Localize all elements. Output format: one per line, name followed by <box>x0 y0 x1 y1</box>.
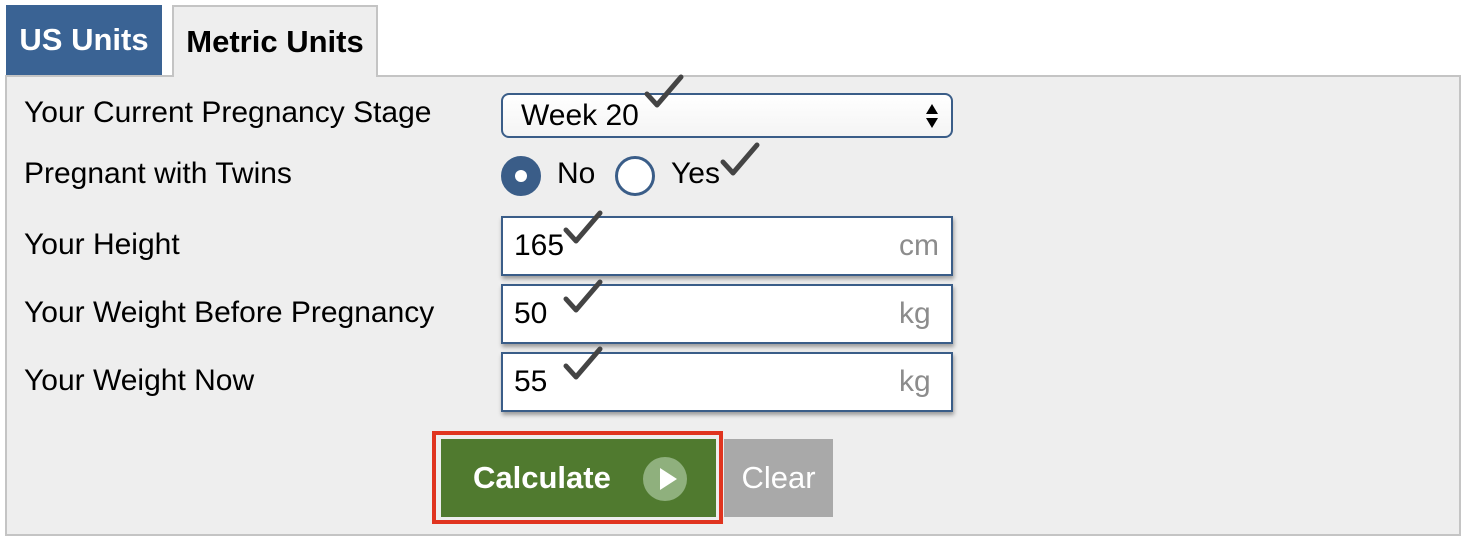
checkmark-icon <box>563 210 603 244</box>
weight-before-unit: kg <box>899 297 931 330</box>
pregnancy-stage-label: Your Current Pregnancy Stage <box>24 96 432 129</box>
tab-us-units[interactable]: US Units <box>6 5 162 75</box>
height-unit: cm <box>899 229 939 262</box>
clear-button[interactable]: Clear <box>724 439 833 517</box>
weight-before-value: 50 <box>514 297 548 330</box>
height-value: 165 <box>514 229 565 262</box>
weight-now-value: 55 <box>514 365 548 398</box>
twins-yes-label[interactable]: Yes <box>671 157 720 191</box>
calculate-label: Calculate <box>473 460 611 495</box>
weight-now-label: Your Weight Now <box>24 364 255 397</box>
twins-yes-radio[interactable] <box>615 156 655 196</box>
pregnancy-stage-value: Week 20 <box>521 98 639 132</box>
twins-label: Pregnant with Twins <box>24 157 292 190</box>
calculate-button[interactable]: Calculate <box>441 439 716 517</box>
checkmark-icon <box>563 346 603 380</box>
play-circle-icon <box>643 457 687 501</box>
twins-no-label[interactable]: No <box>557 157 595 191</box>
checkmark-icon <box>563 279 603 313</box>
twins-no-radio[interactable] <box>501 156 541 196</box>
updown-arrows-icon <box>926 104 938 128</box>
checkmark-icon <box>720 142 760 176</box>
weight-now-unit: kg <box>899 365 931 398</box>
weight-before-label: Your Weight Before Pregnancy <box>24 296 435 329</box>
height-label: Your Height <box>24 228 180 261</box>
tab-metric-units[interactable]: Metric Units <box>172 5 378 77</box>
pregnancy-stage-select[interactable]: Week 20 <box>501 93 953 138</box>
checkmark-icon <box>644 74 684 108</box>
